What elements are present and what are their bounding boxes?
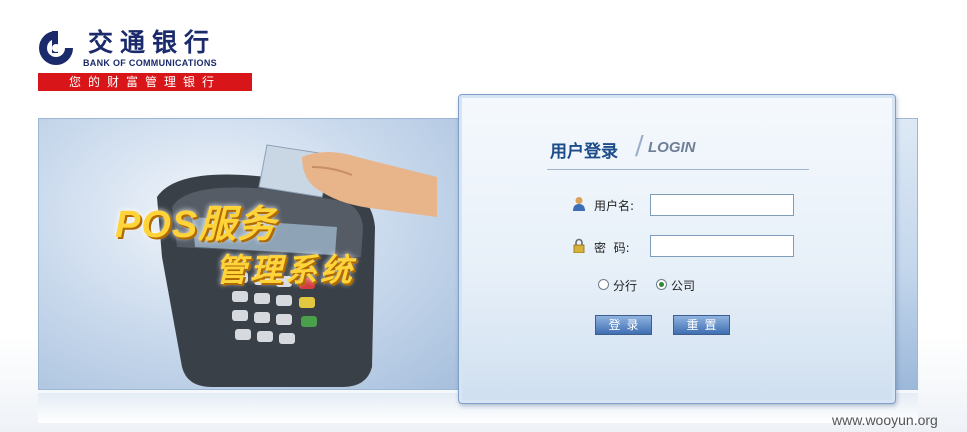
password-label: 密 码:	[594, 241, 630, 255]
reset-button[interactable]: 重置	[673, 315, 730, 335]
login-panel: 用户登录 / LOGIN 用户名: 密 码: 分行 公司 登录 重置	[458, 94, 896, 404]
login-button[interactable]: 登录	[595, 315, 652, 335]
watermark-text: www.wooyun.org	[832, 412, 938, 428]
radio-branch[interactable]	[598, 279, 609, 290]
password-input[interactable]	[650, 235, 794, 257]
radio-branch-label: 分行	[613, 279, 638, 293]
user-icon	[573, 197, 585, 211]
bocom-logo-icon	[39, 31, 73, 65]
login-divider	[547, 169, 809, 170]
radio-company[interactable]	[656, 279, 667, 290]
system-title-line1: POS服务	[115, 204, 277, 246]
login-title-en: LOGIN	[648, 139, 696, 156]
username-label: 用户名:	[594, 199, 635, 213]
bank-name-en: BANK OF COMMUNICATIONS	[83, 58, 217, 68]
lock-icon	[573, 238, 585, 253]
system-title-line2: 管理系统	[215, 252, 356, 288]
radio-company-label: 公司	[671, 279, 696, 293]
login-title: 用户登录	[550, 142, 618, 162]
bank-slogan: 您的财富管理银行	[38, 73, 252, 91]
bank-logo: 交通银行 BANK OF COMMUNICATIONS 您的财富管理银行	[36, 28, 256, 94]
login-title-separator: /	[635, 131, 644, 161]
bank-name-cn: 交通银行	[88, 28, 217, 57]
username-input[interactable]	[650, 194, 794, 216]
